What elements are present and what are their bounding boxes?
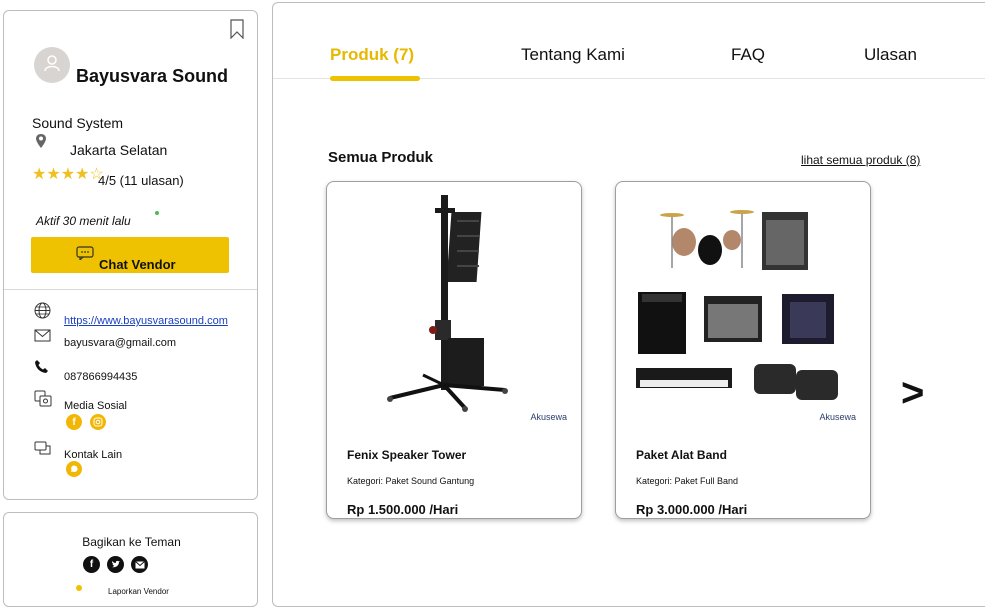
social-media-label: Media Sosial [64,400,127,412]
location-pin-icon [35,133,47,154]
social-media-icon [34,390,52,412]
share-card: Bagikan ke Teman f Laporkan Vendor [3,512,258,607]
product-watermark: Akusewa [819,412,856,422]
product-name: Fenix Speaker Tower [347,448,467,462]
product-image: Akusewa [335,190,573,428]
website-link[interactable]: https://www.bayusvarasound.com [64,315,228,327]
speaker-tower-illustration [387,195,508,412]
facebook-icon[interactable]: f [66,414,82,430]
online-indicator [155,211,159,215]
bookmark-icon[interactable] [229,19,245,40]
other-contact-label: Kontak Lain [64,449,123,461]
vendor-location: Jakarta Selatan [70,142,168,158]
info-icon [76,585,82,591]
product-category: Kategori: Paket Full Band [636,476,739,486]
rating-text: 4/5 (11 ulasan) [98,173,184,188]
active-tab-indicator [330,76,420,81]
instagram-icon[interactable] [90,414,106,430]
product-price: Rp 1.500.000 /Hari [347,502,459,517]
product-name: Paket Alat Band [636,448,727,462]
twitter-icon[interactable] [107,556,124,573]
user-icon [42,53,62,78]
facebook-icon[interactable]: f [83,556,100,573]
product-card[interactable]: Akusewa Paket Alat Band Kategori: Paket … [615,181,871,519]
phone-text: 087866994435 [64,371,138,383]
chat-vendor-label: Chat Vendor [99,257,176,272]
product-watermark: Akusewa [530,412,567,422]
avatar [34,47,70,83]
rating-stars: ★★★★☆ [32,164,104,184]
report-vendor-link[interactable]: Laporkan Vendor [108,587,169,596]
globe-icon [34,302,51,324]
product-category: Kategori: Paket Sound Gantung [347,476,475,486]
vendor-card: Bayusvara Sound Sound System Jakarta Sel… [3,10,258,500]
main-panel: Produk (7) Tentang Kami FAQ Ulasan Semua… [272,2,985,607]
tab-faq[interactable]: FAQ [731,45,765,65]
product-image: Akusewa [624,190,862,428]
mail-icon[interactable] [131,556,148,573]
divider [4,289,257,290]
tab-tentang-kami[interactable]: Tentang Kami [521,45,625,65]
band-equipment-illustration [636,210,838,400]
product-price: Rp 3.000.000 /Hari [636,502,748,517]
tab-produk[interactable]: Produk (7) [330,45,414,65]
share-icons: f [83,556,148,573]
chat-icon [76,246,94,263]
chat-bubbles-icon [34,441,52,461]
chat-vendor-button[interactable]: Chat Vendor [31,237,229,273]
vendor-name: Bayusvara Sound [76,66,229,86]
tab-ulasan[interactable]: Ulasan [864,45,917,65]
next-products-arrow[interactable]: > [901,371,924,416]
vendor-category: Sound System [32,115,124,131]
active-status: Aktif 30 menit lalu [36,214,131,228]
phone-icon [34,359,49,379]
whatsapp-icon[interactable] [66,461,82,477]
mail-icon [34,329,51,347]
section-title: Semua Produk [328,149,434,166]
product-card[interactable]: Akusewa Fenix Speaker Tower Kategori: Pa… [326,181,582,519]
filled-stars: ★★★★ [32,166,90,183]
see-all-products-link[interactable]: lihat semua produk (8) [801,153,920,167]
share-title: Bagikan ke Teman [82,535,181,549]
email-text: bayusvara@gmail.com [64,337,177,349]
